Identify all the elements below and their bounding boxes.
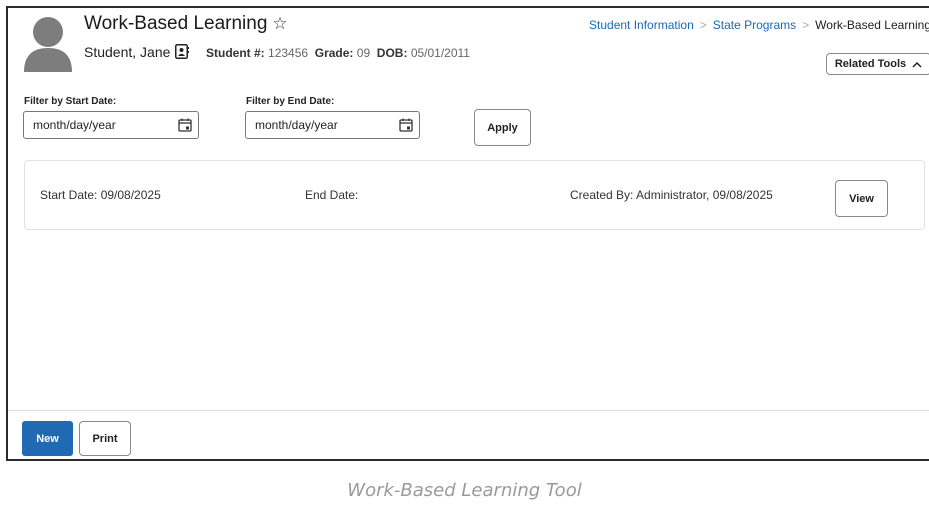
related-tools-button[interactable]: Related Tools: [826, 53, 929, 75]
star-icon[interactable]: ☆: [272, 14, 287, 33]
end-date-input[interactable]: month/day/year: [245, 111, 420, 139]
new-button[interactable]: New: [22, 421, 73, 456]
start-date-value: month/day/year: [33, 118, 116, 132]
image-caption: Work-Based Learning Tool: [347, 480, 582, 501]
breadcrumb-state-programs[interactable]: State Programs: [713, 18, 796, 32]
calendar-icon[interactable]: [399, 118, 413, 132]
breadcrumb-current: Work-Based Learning: [815, 18, 929, 32]
breadcrumb-student-information[interactable]: Student Information: [589, 18, 694, 32]
record-end-date: End Date:: [305, 188, 359, 202]
student-meta: Student #: 123456 Grade: 09 DOB: 05/01/2…: [206, 46, 470, 60]
start-date-filter-label: Filter by Start Date:: [24, 96, 117, 107]
record-created-by: Created By: Administrator, 09/08/2025: [570, 188, 773, 202]
action-bar: New Print: [8, 410, 929, 459]
tool-frame: Work-Based Learning ☆ Student, Jane Stude…: [6, 6, 929, 461]
student-name: Student, Jane: [84, 44, 171, 60]
record-start-date: Start Date: 09/08/2025: [40, 188, 161, 202]
calendar-icon[interactable]: [178, 118, 192, 132]
view-button[interactable]: View: [835, 180, 888, 217]
related-tools-label: Related Tools: [834, 58, 907, 70]
end-date-value: month/day/year: [255, 118, 338, 132]
start-date-input[interactable]: month/day/year: [23, 111, 199, 139]
end-date-filter-label: Filter by End Date:: [246, 96, 335, 107]
page-title: Work-Based Learning ☆: [84, 13, 288, 34]
avatar: [24, 17, 72, 72]
apply-button[interactable]: Apply: [474, 109, 531, 146]
record-row: Start Date: 09/08/2025 End Date: Created…: [24, 160, 925, 230]
breadcrumb-separator-icon: >: [802, 18, 810, 32]
breadcrumb: Student Information > State Programs > Work-…: [589, 18, 929, 32]
breadcrumb-separator-icon: >: [699, 18, 707, 32]
contact-card-icon[interactable]: [175, 44, 189, 59]
print-button[interactable]: Print: [79, 421, 131, 456]
chevron-up-icon: [912, 61, 922, 68]
